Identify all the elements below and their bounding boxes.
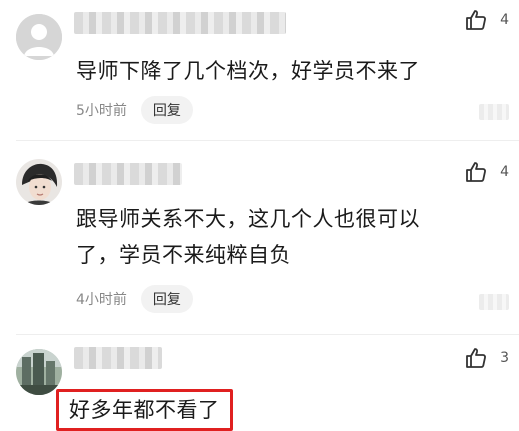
user-avatar[interactable] <box>16 159 62 205</box>
comment-time: 4小时前 <box>76 292 127 308</box>
comment-item: 4 跟导师关系不大，这几个人也很可以 了，学员不来纯粹自负 4小时前 回复 <box>0 141 519 323</box>
default-user-icon <box>16 14 62 60</box>
thumbs-up-icon[interactable] <box>464 160 488 184</box>
username-blurred[interactable] <box>74 347 162 369</box>
comment-meta: 4小时前 回复 <box>76 285 193 313</box>
comment-time: 5小时前 <box>76 103 127 119</box>
thumbs-up-icon[interactable] <box>464 346 488 370</box>
like-button[interactable]: 4 <box>464 8 509 32</box>
like-button[interactable]: 3 <box>464 346 509 370</box>
highlighted-comment-text: 好多年都不看了 <box>56 389 233 431</box>
comment-text-line: 导师下降了几个档次，好学员不来了 <box>76 59 420 83</box>
comment-text: 好多年都不看了 <box>56 389 233 431</box>
more-options[interactable] <box>479 104 509 120</box>
comment-item: 3 好多年都不看了 <box>0 335 519 431</box>
username-blurred[interactable] <box>74 163 182 185</box>
comment-meta: 5小时前 回复 <box>76 96 193 124</box>
like-count: 4 <box>500 12 509 28</box>
comment-text: 跟导师关系不大，这几个人也很可以 了，学员不来纯粹自负 <box>76 201 420 273</box>
thumbs-up-icon[interactable] <box>464 8 488 32</box>
more-options[interactable] <box>479 294 509 310</box>
username-blurred[interactable] <box>74 12 286 34</box>
default-user-avatar[interactable] <box>16 14 62 60</box>
user-avatar[interactable] <box>16 349 62 395</box>
person-avatar-icon <box>16 159 62 205</box>
like-button[interactable]: 4 <box>464 160 509 184</box>
reply-button[interactable]: 回复 <box>140 285 193 313</box>
building-avatar-icon <box>16 349 62 395</box>
comment-item: 4 导师下降了几个档次，好学员不来了 5小时前 回复 <box>0 0 519 140</box>
comment-text: 导师下降了几个档次，好学员不来了 <box>76 53 420 89</box>
comment-text-line: 了，学员不来纯粹自负 <box>76 243 291 267</box>
like-count: 4 <box>500 164 509 180</box>
like-count: 3 <box>500 350 509 366</box>
comment-text-line: 跟导师关系不大，这几个人也很可以 <box>76 207 420 231</box>
reply-button[interactable]: 回复 <box>140 96 193 124</box>
